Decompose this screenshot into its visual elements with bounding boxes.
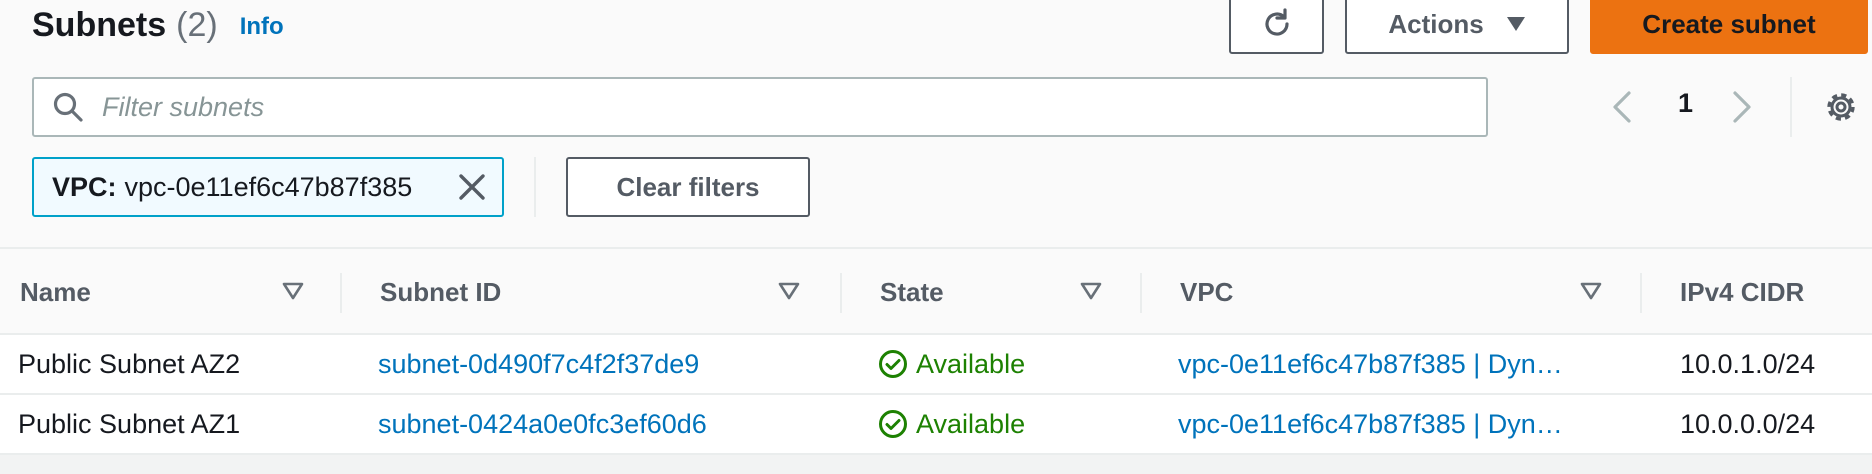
state-label: Available	[916, 408, 1026, 439]
state-label: Available	[916, 348, 1026, 379]
token-value: vpc-0e11ef6c47b87f385	[124, 171, 413, 202]
column-header-name[interactable]: Name	[20, 249, 310, 335]
column-resizer[interactable]	[340, 273, 342, 313]
column-label: State	[880, 276, 944, 307]
current-page-number[interactable]: 1	[1678, 88, 1693, 119]
column-resizer[interactable]	[1140, 273, 1142, 313]
cell-state: Available	[878, 395, 1128, 453]
refresh-button[interactable]	[1229, 0, 1324, 54]
actions-dropdown-button[interactable]: Actions	[1345, 0, 1569, 54]
cell-subnet-id-link[interactable]: subnet-0d490f7c4f2f37de9	[378, 335, 818, 393]
cell-name: Public Subnet AZ2	[18, 348, 241, 379]
page-header: Subnets (2) Info	[32, 0, 284, 50]
preferences-button[interactable]	[1822, 88, 1860, 126]
column-label: VPC	[1180, 276, 1234, 307]
sort-down-icon	[1580, 282, 1602, 300]
column-label: IPv4 CIDR	[1680, 276, 1805, 307]
close-icon[interactable]	[456, 171, 488, 203]
create-subnet-label: Create subnet	[1642, 8, 1816, 39]
caret-down-icon	[1506, 17, 1525, 31]
column-resizer[interactable]	[1640, 273, 1642, 313]
cell-state: Available	[878, 335, 1128, 393]
gear-icon	[1827, 93, 1855, 121]
column-label: Name	[20, 276, 91, 307]
vpc-filter-token: VPC: vpc-0e11ef6c47b87f385	[32, 157, 504, 217]
chevron-right-icon	[1733, 91, 1751, 123]
filter-divider	[534, 157, 536, 217]
check-circle-icon	[879, 410, 907, 438]
filter-subnets-input[interactable]	[102, 91, 1402, 123]
next-page-button[interactable]	[1730, 77, 1770, 137]
page-title: Subnets	[32, 5, 167, 44]
table-footer	[0, 455, 1872, 474]
table-row[interactable]: Public Subnet AZ2 subnet-0d490f7c4f2f37d…	[0, 335, 1872, 395]
cell-vpc-link[interactable]: vpc-0e11ef6c47b87f385 | Dyn…	[1178, 395, 1598, 453]
table-header: Name Subnet ID State VPC IPv4 CIDR	[0, 247, 1872, 335]
info-link[interactable]: Info	[240, 13, 284, 41]
cell-subnet-id-link[interactable]: subnet-0424a0e0fc3ef60d6	[378, 395, 818, 453]
cell-ipv4-cidr: 10.0.1.0/24	[1680, 348, 1816, 379]
refresh-icon	[1264, 8, 1289, 36]
clear-filters-button[interactable]: Clear filters	[566, 157, 810, 217]
table-row[interactable]: Public Subnet AZ1 subnet-0424a0e0fc3ef60…	[0, 395, 1872, 455]
column-header-subnet-id[interactable]: Subnet ID	[380, 249, 810, 335]
clear-filters-label: Clear filters	[616, 171, 760, 202]
create-subnet-button[interactable]: Create subnet	[1590, 0, 1868, 54]
actions-label: Actions	[1388, 8, 1484, 39]
sort-down-icon	[778, 282, 800, 300]
column-resizer[interactable]	[840, 273, 842, 313]
previous-page-button[interactable]	[1610, 77, 1650, 137]
search-icon	[53, 92, 83, 122]
token-key: VPC:	[52, 171, 117, 202]
sort-down-icon	[282, 282, 304, 300]
column-header-vpc[interactable]: VPC	[1180, 249, 1610, 335]
sort-down-icon	[1080, 282, 1102, 300]
subnets-table: Name Subnet ID State VPC IPv4 CIDR Publi…	[0, 247, 1872, 455]
cell-ipv4-cidr: 10.0.0.0/24	[1680, 408, 1816, 439]
column-header-state[interactable]: State	[880, 249, 1110, 335]
column-header-ipv4-cidr[interactable]: IPv4 CIDR	[1680, 249, 1870, 335]
check-circle-icon	[879, 350, 907, 378]
column-label: Subnet ID	[380, 276, 502, 307]
cell-name: Public Subnet AZ1	[18, 408, 241, 439]
cell-vpc-link[interactable]: vpc-0e11ef6c47b87f385 | Dyn…	[1178, 335, 1598, 393]
chevron-left-icon	[1613, 91, 1631, 123]
filter-bar	[32, 77, 1488, 137]
pagination-divider	[1790, 77, 1792, 137]
item-count: (2)	[176, 5, 218, 44]
